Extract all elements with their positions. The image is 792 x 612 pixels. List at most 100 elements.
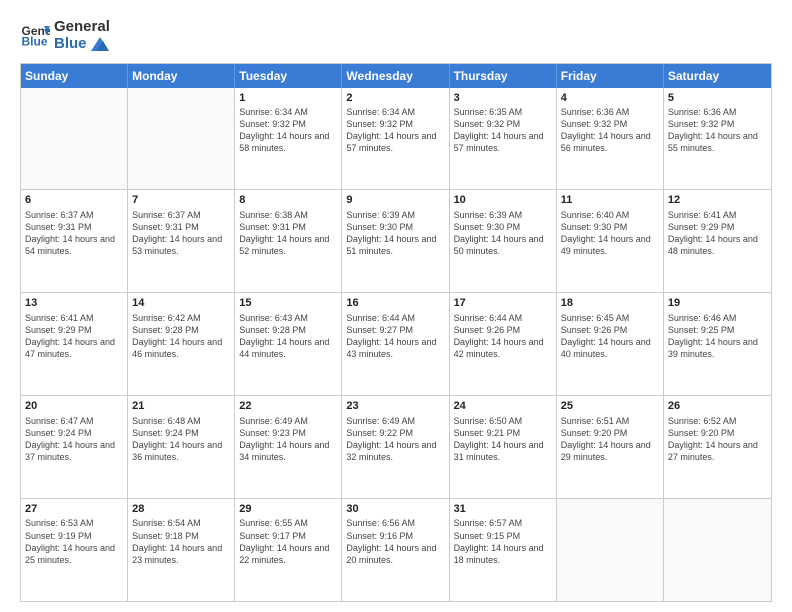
calendar-cell-2-5: 10 Sunrise: 6:39 AM Sunset: 9:30 PM Dayli…: [450, 190, 557, 292]
day-number: 17: [454, 296, 552, 310]
calendar-cell-1-6: 4Sunrise: 6:36 AM Sunset: 9:32 PM Daylig…: [557, 88, 664, 190]
calendar-cell-1-7: 5Sunrise: 6:36 AM Sunset: 9:32 PM Daylig…: [664, 88, 771, 190]
calendar-cell-4-7: 26 Sunrise: 6:52 AM Sunset: 9:20 PM Dayli…: [664, 396, 771, 498]
cell-info: Sunrise: 6:43 AM Sunset: 9:28 PM Dayligh…: [239, 312, 337, 361]
day-number: 4: [561, 91, 659, 105]
cell-info: Sunrise: 6:49 AM Sunset: 9:23 PM Dayligh…: [239, 415, 337, 464]
calendar-cell-3-7: 19Sunrise: 6:46 AM Sunset: 9:25 PM Dayli…: [664, 293, 771, 395]
cell-info: Sunrise: 6:34 AM Sunset: 9:32 PM Dayligh…: [239, 106, 337, 155]
calendar-cell-2-2: 7Sunrise: 6:37 AM Sunset: 9:31 PM Daylig…: [128, 190, 235, 292]
day-number: 25: [561, 399, 659, 413]
cell-info: Sunrise: 6:53 AM Sunset: 9:19 PM Dayligh…: [25, 517, 123, 566]
calendar-cell-2-4: 9 Sunrise: 6:39 AM Sunset: 9:30 PM Daylig…: [342, 190, 449, 292]
day-number: 6: [25, 193, 123, 207]
cell-info: Sunrise: 6:46 AM Sunset: 9:25 PM Dayligh…: [668, 312, 767, 361]
calendar-cell-5-2: 28Sunrise: 6:54 AM Sunset: 9:18 PM Dayli…: [128, 499, 235, 601]
cell-info: Sunrise: 6:38 AM Sunset: 9:31 PM Dayligh…: [239, 209, 337, 258]
day-number: 24: [454, 399, 552, 413]
cell-info: Sunrise: 6:55 AM Sunset: 9:17 PM Dayligh…: [239, 517, 337, 566]
calendar-cell-4-5: 24 Sunrise: 6:50 AM Sunset: 9:21 PM Dayli…: [450, 396, 557, 498]
calendar-cell-2-6: 11Sunrise: 6:40 AM Sunset: 9:30 PM Dayli…: [557, 190, 664, 292]
day-number: 16: [346, 296, 444, 310]
cell-info: Sunrise: 6:42 AM Sunset: 9:28 PM Dayligh…: [132, 312, 230, 361]
day-number: 7: [132, 193, 230, 207]
day-number: 12: [668, 193, 767, 207]
day-number: 20: [25, 399, 123, 413]
calendar-cell-1-3: 1Sunrise: 6:34 AM Sunset: 9:32 PM Daylig…: [235, 88, 342, 190]
calendar-body: 1Sunrise: 6:34 AM Sunset: 9:32 PM Daylig…: [21, 88, 771, 602]
weekday-header-thursday: Thursday: [450, 64, 557, 88]
calendar-cell-1-4: 2Sunrise: 6:34 AM Sunset: 9:32 PM Daylig…: [342, 88, 449, 190]
calendar-cell-2-3: 8 Sunrise: 6:38 AM Sunset: 9:31 PM Daylig…: [235, 190, 342, 292]
calendar: SundayMondayTuesdayWednesdayThursdayFrid…: [20, 63, 772, 603]
calendar-cell-4-2: 21Sunrise: 6:48 AM Sunset: 9:24 PM Dayli…: [128, 396, 235, 498]
calendar-cell-4-6: 25 Sunrise: 6:51 AM Sunset: 9:20 PM Dayli…: [557, 396, 664, 498]
page-header: General Blue General Blue: [20, 18, 772, 53]
day-number: 2: [346, 91, 444, 105]
calendar-row-4: 20 Sunrise: 6:47 AM Sunset: 9:24 PM Dayli…: [21, 396, 771, 499]
cell-info: Sunrise: 6:54 AM Sunset: 9:18 PM Dayligh…: [132, 517, 230, 566]
calendar-cell-3-1: 13Sunrise: 6:41 AM Sunset: 9:29 PM Dayli…: [21, 293, 128, 395]
calendar-cell-5-7: [664, 499, 771, 601]
cell-info: Sunrise: 6:48 AM Sunset: 9:24 PM Dayligh…: [132, 415, 230, 464]
calendar-row-2: 6Sunrise: 6:37 AM Sunset: 9:31 PM Daylig…: [21, 190, 771, 293]
calendar-cell-5-5: 31Sunrise: 6:57 AM Sunset: 9:15 PM Dayli…: [450, 499, 557, 601]
day-number: 5: [668, 91, 767, 105]
day-number: 29: [239, 502, 337, 516]
day-number: 28: [132, 502, 230, 516]
day-number: 30: [346, 502, 444, 516]
cell-info: Sunrise: 6:44 AM Sunset: 9:26 PM Dayligh…: [454, 312, 552, 361]
calendar-cell-3-3: 15 Sunrise: 6:43 AM Sunset: 9:28 PM Dayli…: [235, 293, 342, 395]
cell-info: Sunrise: 6:51 AM Sunset: 9:20 PM Dayligh…: [561, 415, 659, 464]
day-number: 10: [454, 193, 552, 207]
day-number: 22: [239, 399, 337, 413]
day-number: 9: [346, 193, 444, 207]
day-number: 3: [454, 91, 552, 105]
logo-icon: General Blue: [20, 20, 50, 50]
calendar-cell-5-3: 29Sunrise: 6:55 AM Sunset: 9:17 PM Dayli…: [235, 499, 342, 601]
weekday-header-friday: Friday: [557, 64, 664, 88]
weekday-header-saturday: Saturday: [664, 64, 771, 88]
cell-info: Sunrise: 6:56 AM Sunset: 9:16 PM Dayligh…: [346, 517, 444, 566]
weekday-header-monday: Monday: [128, 64, 235, 88]
weekday-header-tuesday: Tuesday: [235, 64, 342, 88]
cell-info: Sunrise: 6:40 AM Sunset: 9:30 PM Dayligh…: [561, 209, 659, 258]
day-number: 8: [239, 193, 337, 207]
cell-info: Sunrise: 6:39 AM Sunset: 9:30 PM Dayligh…: [346, 209, 444, 258]
logo-general: General: [54, 18, 110, 35]
calendar-cell-5-4: 30Sunrise: 6:56 AM Sunset: 9:16 PM Dayli…: [342, 499, 449, 601]
logo-arrow-icon: [91, 37, 109, 51]
cell-info: Sunrise: 6:52 AM Sunset: 9:20 PM Dayligh…: [668, 415, 767, 464]
calendar-cell-4-4: 23Sunrise: 6:49 AM Sunset: 9:22 PM Dayli…: [342, 396, 449, 498]
cell-info: Sunrise: 6:45 AM Sunset: 9:26 PM Dayligh…: [561, 312, 659, 361]
cell-info: Sunrise: 6:50 AM Sunset: 9:21 PM Dayligh…: [454, 415, 552, 464]
day-number: 15: [239, 296, 337, 310]
calendar-cell-1-1: [21, 88, 128, 190]
day-number: 1: [239, 91, 337, 105]
cell-info: Sunrise: 6:34 AM Sunset: 9:32 PM Dayligh…: [346, 106, 444, 155]
calendar-cell-3-6: 18Sunrise: 6:45 AM Sunset: 9:26 PM Dayli…: [557, 293, 664, 395]
weekday-header-wednesday: Wednesday: [342, 64, 449, 88]
calendar-cell-3-2: 14Sunrise: 6:42 AM Sunset: 9:28 PM Dayli…: [128, 293, 235, 395]
calendar-cell-5-6: [557, 499, 664, 601]
cell-info: Sunrise: 6:41 AM Sunset: 9:29 PM Dayligh…: [668, 209, 767, 258]
calendar-cell-5-1: 27Sunrise: 6:53 AM Sunset: 9:19 PM Dayli…: [21, 499, 128, 601]
calendar-cell-1-2: [128, 88, 235, 190]
day-number: 31: [454, 502, 552, 516]
calendar-row-1: 1Sunrise: 6:34 AM Sunset: 9:32 PM Daylig…: [21, 88, 771, 191]
calendar-cell-2-1: 6Sunrise: 6:37 AM Sunset: 9:31 PM Daylig…: [21, 190, 128, 292]
calendar-cell-4-3: 22 Sunrise: 6:49 AM Sunset: 9:23 PM Dayli…: [235, 396, 342, 498]
calendar-header: SundayMondayTuesdayWednesdayThursdayFrid…: [21, 64, 771, 88]
day-number: 23: [346, 399, 444, 413]
cell-info: Sunrise: 6:39 AM Sunset: 9:30 PM Dayligh…: [454, 209, 552, 258]
calendar-row-3: 13Sunrise: 6:41 AM Sunset: 9:29 PM Dayli…: [21, 293, 771, 396]
calendar-cell-4-1: 20 Sunrise: 6:47 AM Sunset: 9:24 PM Dayli…: [21, 396, 128, 498]
cell-info: Sunrise: 6:57 AM Sunset: 9:15 PM Dayligh…: [454, 517, 552, 566]
day-number: 26: [668, 399, 767, 413]
cell-info: Sunrise: 6:36 AM Sunset: 9:32 PM Dayligh…: [561, 106, 659, 155]
logo: General Blue General Blue: [20, 18, 110, 53]
cell-info: Sunrise: 6:47 AM Sunset: 9:24 PM Dayligh…: [25, 415, 123, 464]
calendar-cell-3-4: 16Sunrise: 6:44 AM Sunset: 9:27 PM Dayli…: [342, 293, 449, 395]
day-number: 13: [25, 296, 123, 310]
weekday-header-sunday: Sunday: [21, 64, 128, 88]
